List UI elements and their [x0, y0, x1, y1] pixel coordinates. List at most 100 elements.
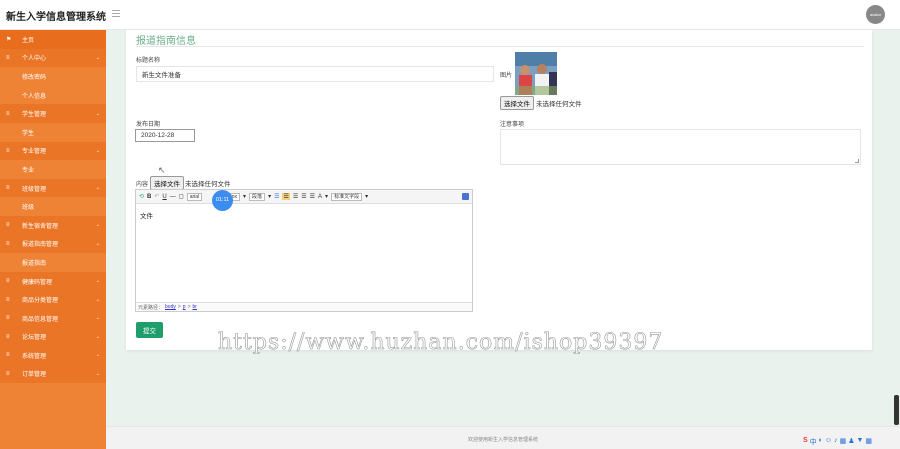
title-input[interactable]: 新生文件准备	[136, 66, 494, 82]
align-left-icon[interactable]: ☰	[274, 193, 279, 200]
sidebar-item-label: 班级管理	[22, 186, 47, 193]
sidebar-item-label: 个人信息	[22, 93, 47, 100]
recording-timer-badge: 01:11	[212, 190, 233, 211]
menu-icon: ≡	[6, 240, 10, 247]
horizontal-rule-icon[interactable]: —	[170, 194, 176, 200]
sidebar-item[interactable]: 个人信息	[0, 86, 106, 105]
menu-icon: ≡	[6, 222, 10, 229]
sidebar-item-label: 新生宿舍管理	[22, 223, 59, 230]
emoji-icon[interactable]: ☺	[825, 437, 832, 447]
date-input[interactable]: 2020-12-28	[135, 129, 195, 142]
chevron-down-icon: ⌄	[95, 110, 100, 117]
custom-title-select[interactable]: 标准文字段	[331, 192, 363, 201]
menu-icon: ≡	[6, 54, 10, 61]
sidebar-item-label: 论坛管理	[22, 335, 47, 342]
sidebar-item[interactable]: ≡ 个人中心 ⌄	[0, 48, 106, 68]
align-right-icon[interactable]: ☰	[293, 193, 298, 200]
chevron-down-icon: ⌄	[95, 370, 100, 377]
chevron-down-icon: ⌄	[95, 333, 100, 340]
sidebar-item[interactable]: ≡ 报道指南管理 ⌄	[0, 234, 106, 254]
dropdown-arrow-icon[interactable]: ▾	[243, 193, 246, 200]
sidebar-item[interactable]: ≡ 订单管理 ⌄	[0, 364, 106, 384]
sidebar-item-label: 学生管理	[22, 112, 47, 119]
content-label: 内容	[136, 182, 149, 188]
content-no-file-text: 未选择任何文件	[185, 181, 231, 188]
menu-icon: ≡	[6, 147, 10, 154]
shirt-icon[interactable]: ▼	[856, 437, 863, 447]
ime-logo-icon[interactable]: S	[803, 437, 808, 447]
path-label: 元素路径：	[138, 304, 164, 311]
person-icon[interactable]: ♟	[848, 437, 854, 447]
path-item-p[interactable]: p	[183, 304, 186, 310]
sidebar-item[interactable]: 报道指南	[0, 253, 106, 272]
submit-button[interactable]: 提交	[136, 322, 163, 338]
sidebar-item[interactable]: ≡ 新生宿舍管理 ⌄	[0, 215, 106, 235]
sidebar-item[interactable]: 修改密码	[0, 67, 106, 86]
font-family-select[interactable]: arial	[186, 192, 203, 201]
chevron-down-icon: ⌄	[95, 240, 100, 247]
indent-icon[interactable]: ☰	[310, 193, 315, 200]
dropdown-arrow-icon[interactable]: ▾	[365, 193, 368, 200]
sidebar-item-label: 商品分类管理	[22, 298, 59, 305]
title-label: 标题名称	[136, 58, 161, 64]
sidebar-item[interactable]: ≡ 学生管理 ⌄	[0, 104, 106, 123]
menu-icon: ≡	[6, 110, 10, 117]
sidebar-item[interactable]: 学生	[0, 123, 106, 142]
sidebar: ⚑ 主页 ≡ 个人中心 ⌄ 修改密码个人信息 ≡ 学生管理 ⌄ 学生 ≡ 专业管理 ⌄ 专业 ≡ 班级管理 ⌄ 班…	[0, 30, 106, 449]
grid-icon[interactable]: ▦	[865, 437, 872, 447]
sidebar-item-label: 系统管理	[22, 353, 47, 360]
sidebar-item[interactable]: ≡ 健康码管理 ⌄	[0, 271, 106, 291]
ime-chinese-icon[interactable]: 中	[810, 437, 817, 447]
mic-icon[interactable]: ♪	[834, 437, 838, 447]
font-color-icon[interactable]: A	[318, 194, 322, 200]
sidebar-item[interactable]: ≡ 班级管理 ⌄	[0, 178, 106, 198]
moon-icon[interactable]: ◐	[819, 437, 823, 447]
uploaded-photo	[515, 52, 557, 95]
dropdown-arrow-icon[interactable]: ▾	[325, 193, 328, 200]
chevron-down-icon: ⌄	[95, 278, 100, 285]
sidebar-item[interactable]: ≡ 系统管理 ⌄	[0, 346, 106, 365]
sidebar-item[interactable]: 专业	[0, 160, 106, 179]
sidebar-item[interactable]: ≡ 专业管理 ⌄	[0, 141, 106, 161]
sidebar-item[interactable]: ≡ 商品信息管理 ⌄	[0, 308, 106, 328]
sidebar-item[interactable]: ⚑ 主页	[0, 30, 106, 49]
align-center-icon[interactable]: ☰	[282, 193, 290, 200]
sidebar-item[interactable]: ≡ 论坛管理 ⌄	[0, 327, 106, 347]
menu-icon: ≡	[6, 315, 10, 322]
avatar[interactable]: avatar	[866, 5, 885, 24]
sidebar-item-label: 班级	[22, 205, 35, 212]
sidebar-item-label: 主页	[22, 37, 35, 44]
chevron-down-icon: ⌄	[95, 296, 100, 303]
bold-icon[interactable]: B	[147, 194, 151, 200]
footer-text: 欢迎使用新生入学信息管理系统	[467, 437, 538, 443]
paragraph-select[interactable]: 段落	[249, 192, 266, 201]
clear-format-icon[interactable]: ◻	[179, 193, 184, 200]
keyboard-icon[interactable]: ▦	[840, 437, 847, 447]
chevron-down-icon: ⌄	[95, 147, 100, 154]
image-file-button[interactable]: 选择文件	[500, 96, 534, 110]
editor-body-text[interactable]: 文件	[140, 210, 153, 220]
path-item-br[interactable]: br	[192, 304, 196, 310]
content-file-button[interactable]: 选择文件	[150, 176, 184, 190]
notes-textarea[interactable]	[500, 129, 861, 165]
align-justify-icon[interactable]: ☰	[301, 193, 306, 200]
menu-icon: ≡	[6, 278, 10, 285]
sidebar-item-label: 报道指南管理	[22, 242, 59, 249]
source-icon[interactable]: ⟲	[139, 193, 144, 200]
underline-icon[interactable]: U	[162, 194, 166, 200]
image-label: 图片	[500, 73, 513, 79]
italic-icon[interactable]: ↶	[154, 193, 159, 200]
dropdown-arrow-icon[interactable]: ▾	[268, 193, 271, 200]
resize-grip-icon[interactable]	[855, 159, 859, 163]
rich-text-editor[interactable]: ⟲ B ↶ U — ◻ arial 16px ▾ 段落 ▾ ☰ ☰ ☰ ☰ ☰ …	[135, 189, 473, 312]
fullscreen-icon[interactable]	[462, 193, 469, 200]
sidebar-item[interactable]: 班级	[0, 197, 106, 216]
menu-toggle-icon[interactable]	[112, 8, 122, 18]
sidebar-item[interactable]: ≡ 商品分类管理 ⌄	[0, 290, 106, 309]
path-item-body[interactable]: body	[165, 304, 176, 310]
menu-icon: ≡	[6, 370, 10, 377]
scrollbar-thumb[interactable]	[894, 395, 899, 425]
image-no-file-text: 未选择任何文件	[536, 101, 582, 108]
system-tray: S 中 ◐ ☺ ♪ ▦ ♟ ▼ ▦	[803, 437, 872, 447]
chevron-down-icon: ⌄	[95, 185, 100, 192]
